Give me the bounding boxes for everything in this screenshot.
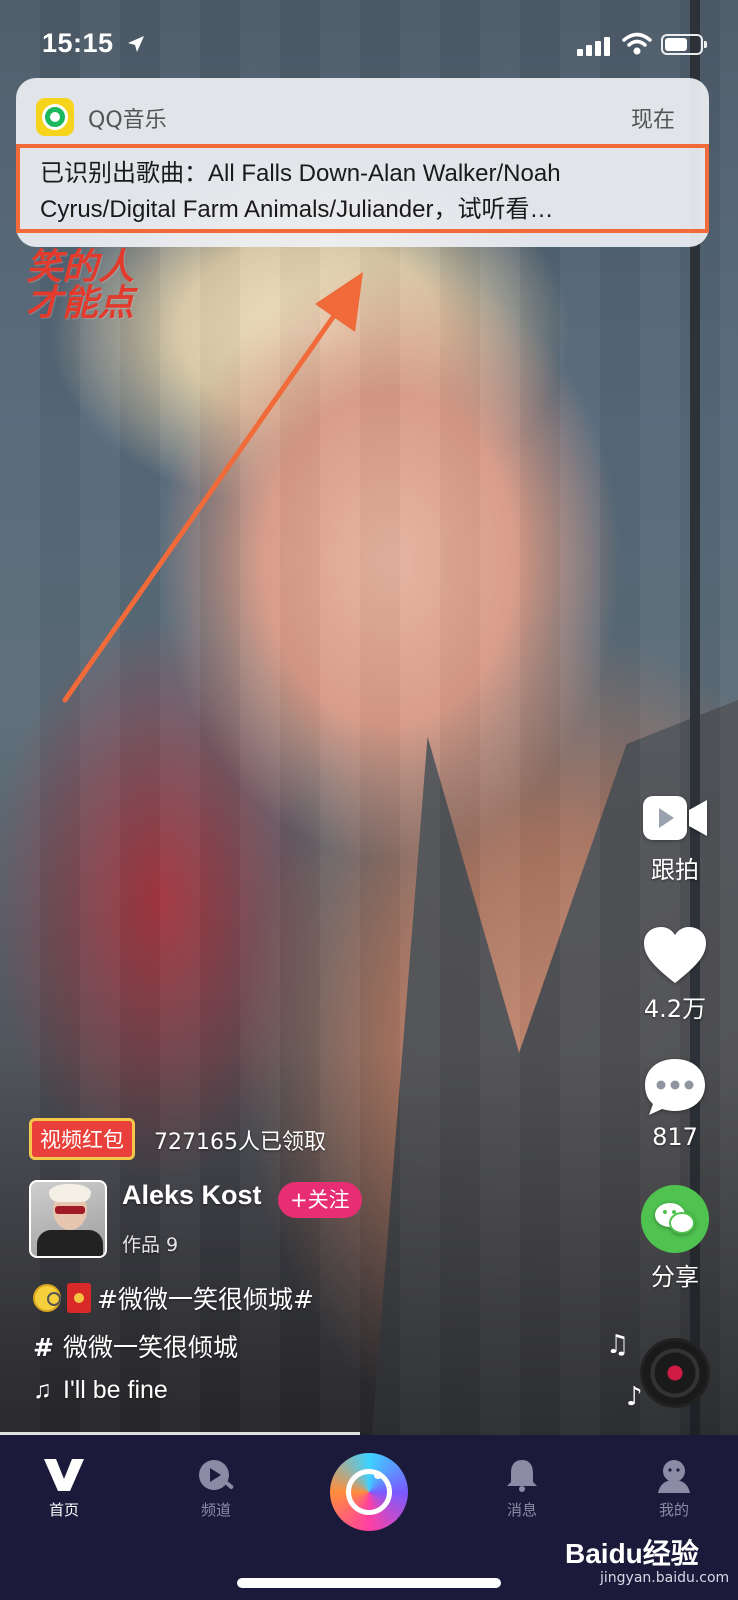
red-packet-claimed-count: 727165人已领取 (154, 1130, 326, 1155)
bell-icon (507, 1460, 537, 1492)
qq-music-app-icon (36, 98, 74, 136)
comment-button[interactable]: 817 (630, 1055, 720, 1151)
status-time: 15:15 (42, 28, 114, 58)
music-note-icon: ♫ (33, 1376, 52, 1404)
song-title: I'll be fine (63, 1376, 168, 1404)
notification-message-highlight[interactable]: 已识别出歌曲：All Falls Down-Alan Walker/Noah C… (16, 144, 709, 233)
battery-icon (661, 34, 707, 55)
notification-app-name: QQ音乐 (88, 108, 167, 133)
v-logo-icon (44, 1459, 84, 1491)
like-button[interactable]: 4.2万 (630, 925, 720, 1024)
video-caption[interactable]: #微微一笑很倾城# (33, 1280, 314, 1316)
tab-messages-label: 消息 (506, 1501, 537, 1519)
channel-icon (199, 1460, 234, 1490)
profile-icon (658, 1460, 690, 1493)
topic-link[interactable]: # 微微一笑很倾城 (33, 1328, 238, 1364)
share-label: 分享 (651, 1263, 699, 1291)
duet-button[interactable]: 跟拍 (630, 790, 720, 885)
duet-label: 跟拍 (651, 856, 699, 884)
video-camera-icon (643, 796, 707, 840)
notification-message-line-2: Cyrus/Digital Farm Animals/Juliander，试听看… (40, 196, 554, 223)
hashtag-icon: # (33, 1333, 54, 1362)
tab-channel[interactable]: 频道 (166, 1457, 266, 1520)
music-disc-button[interactable] (640, 1338, 710, 1408)
topic-text: 微微一笑很倾城 (63, 1333, 239, 1362)
tab-home-label: 首页 (48, 1501, 79, 1519)
qq-music-notification[interactable]: QQ音乐 现在 已识别出歌曲：All Falls Down-Alan Walke… (16, 78, 709, 247)
status-bar: 15:15 (0, 0, 738, 80)
location-arrow-icon (128, 36, 144, 52)
music-note-icon: ♫ (606, 1330, 630, 1360)
record-button[interactable] (330, 1453, 408, 1531)
song-link[interactable]: ♫ I'll be fine (33, 1376, 168, 1405)
heart-icon (644, 927, 706, 983)
baidu-watermark: Baidu经验 (565, 1538, 699, 1569)
annotation-arrow-icon (62, 272, 363, 703)
caption-text: #微微一笑很倾城# (97, 1285, 314, 1314)
tab-channel-label: 频道 (200, 1501, 231, 1519)
cellular-signal-icon (577, 36, 610, 56)
video-red-packet-badge[interactable]: 视频红包 (29, 1118, 135, 1160)
baidu-watermark-url: jingyan.baidu.com (600, 1570, 730, 1586)
author-name[interactable]: Aleks Kost (122, 1180, 262, 1211)
follow-button[interactable]: +关注 (278, 1182, 362, 1218)
like-count: 4.2万 (643, 995, 707, 1023)
comment-count: 817 (652, 1123, 698, 1151)
home-indicator[interactable] (237, 1578, 501, 1588)
notification-time: 现在 (630, 108, 675, 133)
tab-messages[interactable]: 消息 (472, 1457, 572, 1520)
wechat-icon (641, 1185, 709, 1253)
tab-home[interactable]: 首页 (14, 1457, 114, 1520)
wifi-icon (622, 32, 652, 55)
share-button[interactable]: 分享 (630, 1185, 720, 1292)
comment-bubble-icon (645, 1059, 705, 1115)
author-works-count: 作品 9 (122, 1234, 179, 1256)
tab-profile[interactable]: 我的 (624, 1457, 724, 1520)
monocle-face-emoji-icon (33, 1284, 61, 1312)
music-note-icon: ♪ (626, 1382, 643, 1412)
red-envelope-emoji-icon (67, 1283, 91, 1313)
notification-message-line-1: 已识别出歌曲：All Falls Down-Alan Walker/Noah (40, 160, 561, 187)
tab-profile-label: 我的 (658, 1501, 689, 1519)
author-avatar[interactable] (29, 1180, 107, 1258)
